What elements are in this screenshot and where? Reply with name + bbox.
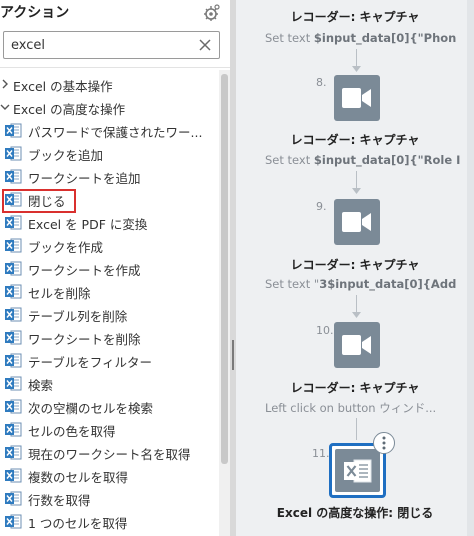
excel-icon — [5, 123, 22, 138]
arrow-down-icon — [352, 188, 361, 194]
action-item[interactable]: テーブル列を削除 — [0, 303, 217, 326]
selected-item-highlight — [2, 189, 76, 213]
actions-panel: アクション Excel の基本操作 Excel の高度な操作 パスワードで保護さ… — [0, 0, 230, 536]
step-8-subtitle: Set text $input_data[0]{"Role I — [265, 153, 461, 167]
flow-canvas: レコーダー: キャプチャ Set text $input_data[0]{"Ph… — [236, 0, 474, 536]
step-9-number: 9. — [316, 200, 327, 213]
action-search-input[interactable] — [11, 36, 191, 54]
action-item[interactable]: 複数のセルを取得 — [0, 464, 217, 487]
clear-search-icon[interactable] — [198, 38, 212, 52]
action-label: セルを削除 — [28, 286, 91, 301]
action-item[interactable]: ワークシートを追加 — [0, 165, 217, 188]
excel-icon — [5, 146, 22, 161]
step-11-tile[interactable] — [335, 449, 380, 492]
video-camera-icon — [342, 335, 371, 355]
action-label: 行数を取得 — [28, 493, 91, 508]
actions-header: アクション — [0, 0, 230, 26]
action-item[interactable]: セルの色を取得 — [0, 418, 217, 441]
actions-scrollbar-thumb[interactable] — [221, 74, 228, 464]
action-item[interactable]: 行数を取得 — [0, 487, 217, 510]
chevron-down-icon — [0, 104, 10, 110]
excel-icon — [5, 238, 22, 253]
action-label: ワークシートを作成 — [28, 263, 141, 278]
excel-icon — [5, 399, 22, 414]
excel-icon — [5, 284, 22, 299]
step-7-subtitle: Set text $input_data[0]{"Phon — [265, 31, 457, 45]
step-10-number: 10. — [316, 324, 334, 337]
step-11-title[interactable]: Excel の高度な操作: 閉じる — [236, 504, 474, 521]
excel-icon — [5, 468, 22, 483]
video-camera-icon — [342, 88, 371, 108]
action-item[interactable]: 現在のワークシート名を取得 — [0, 441, 217, 464]
action-label: パスワードで保護されたワー... — [28, 125, 203, 140]
action-label: 次の空欄のセルを検索 — [28, 401, 154, 416]
action-label: 1 つのセルを取得 — [28, 516, 128, 531]
excel-icon — [5, 353, 22, 368]
category-excel-basic[interactable]: Excel の基本操作 — [0, 73, 217, 96]
excel-icon — [5, 514, 22, 529]
chevron-right-icon — [2, 79, 8, 89]
step-7-title[interactable]: レコーダー: キャプチャ — [236, 8, 474, 25]
step-9-subtitle: Set text "3$input_data[0]{Add — [265, 277, 457, 291]
action-label: 検索 — [28, 378, 54, 393]
action-search-box[interactable] — [3, 31, 220, 59]
excel-icon — [5, 445, 22, 460]
bot-settings-icon[interactable] — [201, 3, 221, 23]
action-item[interactable]: 検索 — [0, 372, 217, 395]
excel-icon — [5, 376, 22, 391]
excel-icon — [344, 459, 372, 483]
action-item[interactable]: ブックを作成 — [0, 234, 217, 257]
action-item[interactable]: セルを削除 — [0, 280, 217, 303]
action-item[interactable]: ブックを追加 — [0, 142, 217, 165]
action-item[interactable]: テーブルをフィルター — [0, 349, 217, 372]
action-item[interactable]: Excel を PDF に変換 — [0, 211, 217, 234]
action-item[interactable]: パスワードで保護されたワー... — [0, 119, 217, 142]
action-label: 現在のワークシート名を取得 — [28, 447, 191, 462]
category-label: Excel の高度な操作 — [13, 102, 126, 117]
action-label: ワークシートを追加 — [28, 171, 141, 186]
action-label: Excel を PDF に変換 — [28, 217, 148, 232]
action-label: ブックを追加 — [28, 148, 104, 163]
step-8-title[interactable]: レコーダー: キャプチャ — [236, 131, 474, 148]
excel-icon — [5, 422, 22, 437]
arrow-down-icon — [352, 312, 361, 318]
action-label: セルの色を取得 — [28, 424, 116, 439]
action-item[interactable]: ワークシートを削除 — [0, 326, 217, 349]
step-8-tile[interactable] — [334, 75, 380, 121]
action-tree: Excel の基本操作 Excel の高度な操作 パスワードで保護されたワー..… — [0, 73, 217, 533]
step-9-tile[interactable] — [334, 199, 380, 245]
actions-title: アクション — [0, 5, 70, 21]
action-label: テーブル列を削除 — [28, 309, 128, 324]
actions-scrollbar[interactable] — [219, 70, 230, 536]
category-excel-advanced[interactable]: Excel の高度な操作 — [0, 96, 217, 119]
excel-icon — [5, 261, 22, 276]
splitter-grip[interactable] — [232, 340, 234, 370]
connector-line — [356, 418, 357, 440]
step-10-subtitle: Left click on button ウィンド... — [265, 401, 437, 415]
step-9-title[interactable]: レコーダー: キャプチャ — [236, 256, 474, 273]
excel-icon — [5, 169, 22, 184]
step-10-title[interactable]: レコーダー: キャプチャ — [236, 379, 474, 396]
header-separator — [0, 67, 230, 68]
step-8-number: 8. — [316, 76, 327, 89]
excel-icon — [5, 307, 22, 322]
action-label: 複数のセルを取得 — [28, 470, 129, 485]
more-options-icon[interactable] — [373, 432, 395, 454]
action-label: ブックを作成 — [28, 240, 104, 255]
excel-icon — [5, 330, 22, 345]
action-item[interactable]: 次の空欄のセルを検索 — [0, 395, 217, 418]
action-label: テーブルをフィルター — [28, 355, 153, 370]
video-camera-icon — [342, 212, 371, 232]
step-11-number: 11. — [312, 447, 330, 460]
step-10-tile[interactable] — [334, 322, 380, 368]
action-label: ワークシートを削除 — [28, 332, 141, 347]
flow-scrollbar[interactable] — [467, 0, 474, 536]
action-item[interactable]: ワークシートを作成 — [0, 257, 217, 280]
arrow-down-icon — [352, 66, 361, 72]
action-item[interactable]: 1 つのセルを取得 — [0, 510, 217, 533]
excel-icon — [5, 215, 22, 230]
excel-icon — [5, 491, 22, 506]
category-label: Excel の基本操作 — [13, 79, 113, 94]
